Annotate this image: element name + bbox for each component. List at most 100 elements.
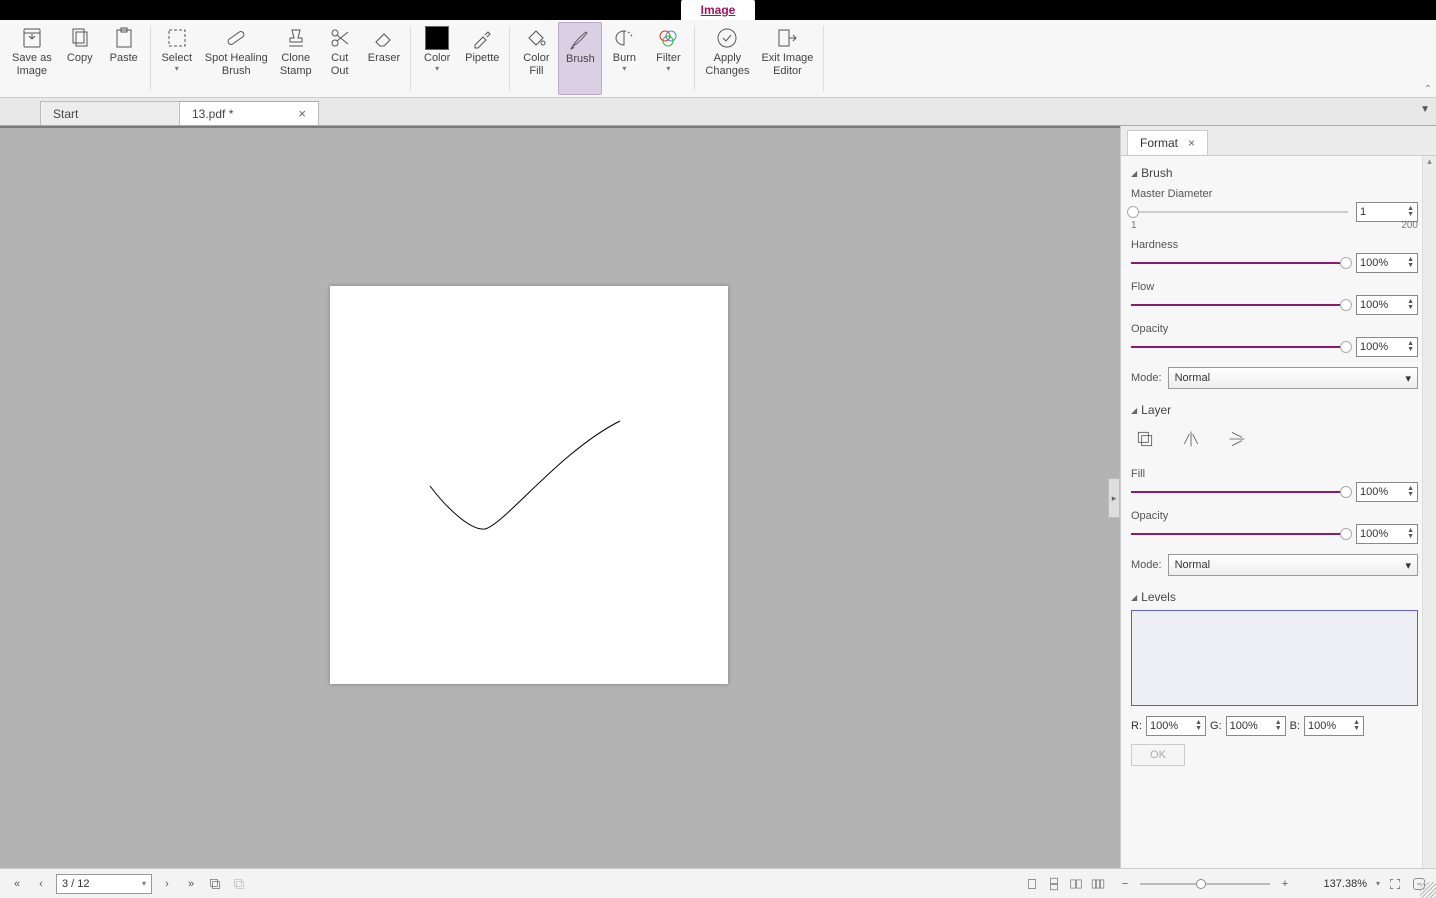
- paste-button[interactable]: Paste: [102, 22, 146, 95]
- new-window-disabled-icon: [230, 875, 248, 893]
- exit-icon: [775, 26, 799, 50]
- master-diameter-label: Master Diameter: [1131, 188, 1418, 200]
- title-bar: Image: [0, 0, 1436, 20]
- master-diameter-slider[interactable]: [1131, 205, 1348, 219]
- brush-button[interactable]: Brush: [558, 22, 602, 95]
- view-facing-icon[interactable]: [1066, 875, 1086, 893]
- g-label: G:: [1210, 720, 1222, 732]
- layer-fill-slider[interactable]: [1131, 485, 1348, 499]
- tab-file[interactable]: 13.pdf * ×: [179, 101, 319, 125]
- collapse-icon: ◢: [1131, 169, 1137, 178]
- g-input[interactable]: 100%▲▼: [1226, 716, 1286, 736]
- chevron-down-icon[interactable]: ▾: [1376, 879, 1380, 888]
- levels-histogram[interactable]: [1131, 610, 1418, 706]
- flow-input[interactable]: 100%▲▼: [1356, 295, 1418, 315]
- view-single-icon[interactable]: [1022, 875, 1042, 893]
- zoom-slider[interactable]: [1140, 877, 1270, 891]
- section-brush[interactable]: ◢Brush: [1131, 166, 1418, 180]
- ribbon-tab-image[interactable]: Image: [681, 0, 756, 20]
- r-input[interactable]: 100%▲▼: [1146, 716, 1206, 736]
- filter-button[interactable]: Filter ▾: [646, 22, 690, 95]
- chevron-down-icon: ▾: [666, 64, 670, 73]
- check-icon: [715, 26, 739, 50]
- b-input[interactable]: 100%▲▼: [1304, 716, 1364, 736]
- master-diameter-input[interactable]: 1▲▼: [1356, 202, 1418, 222]
- brush-mode-label: Mode:: [1131, 372, 1162, 384]
- panel-scrollbar[interactable]: ▴: [1422, 156, 1436, 868]
- panel-tab-label: Format: [1140, 136, 1178, 150]
- section-layer[interactable]: ◢Layer: [1131, 403, 1418, 417]
- panel-collapse-handle[interactable]: ▸: [1108, 478, 1120, 518]
- eraser-button[interactable]: Eraser: [362, 22, 406, 95]
- section-levels[interactable]: ◢Levels: [1131, 590, 1418, 604]
- select-button[interactable]: Select ▾: [155, 22, 199, 95]
- levels-ok-button[interactable]: OK: [1131, 744, 1185, 766]
- collapse-icon: ◢: [1131, 406, 1137, 415]
- save-icon: [20, 26, 44, 50]
- duplicate-layer-icon[interactable]: [1135, 429, 1155, 452]
- hardness-slider[interactable]: [1131, 256, 1348, 270]
- hardness-input[interactable]: 100%▲▼: [1356, 253, 1418, 273]
- panel-tab-format[interactable]: Format ×: [1127, 130, 1208, 155]
- canvas-page[interactable]: [330, 286, 728, 684]
- apply-changes-button[interactable]: Apply Changes: [699, 22, 755, 95]
- eraser-icon: [372, 26, 396, 50]
- chevron-down-icon: ▾: [175, 64, 179, 73]
- r-label: R:: [1131, 720, 1142, 732]
- save-as-image-button[interactable]: Save as Image: [6, 22, 58, 95]
- cut-out-button[interactable]: Cut Out: [318, 22, 362, 95]
- copy-button[interactable]: Copy: [58, 22, 102, 95]
- view-continuous-icon[interactable]: [1044, 875, 1064, 893]
- zoom-in-button[interactable]: +: [1276, 875, 1294, 893]
- chevron-down-icon: ▾: [622, 64, 626, 73]
- layer-opacity-input[interactable]: 100%▲▼: [1356, 524, 1418, 544]
- color-fill-button[interactable]: Color Fill: [514, 22, 558, 95]
- document-tab-bar: Start 13.pdf * × ▼: [0, 98, 1436, 126]
- panel-tab-close-icon[interactable]: ×: [1188, 136, 1195, 150]
- opacity-slider[interactable]: [1131, 340, 1348, 354]
- bucket-icon: [524, 26, 548, 50]
- stamp-icon: [284, 26, 308, 50]
- exit-image-editor-button[interactable]: Exit Image Editor: [755, 22, 819, 95]
- fullscreen-icon[interactable]: [1386, 875, 1404, 893]
- flip-vertical-icon[interactable]: [1227, 429, 1247, 452]
- clone-stamp-button[interactable]: Clone Stamp: [274, 22, 318, 95]
- view-book-icon[interactable]: [1088, 875, 1108, 893]
- pipette-icon: [470, 26, 494, 50]
- pipette-button[interactable]: Pipette: [459, 22, 505, 95]
- layer-mode-label: Mode:: [1131, 559, 1162, 571]
- layer-fill-input[interactable]: 100%▲▼: [1356, 482, 1418, 502]
- prev-page-button[interactable]: ‹: [32, 875, 50, 893]
- filter-icon: [656, 26, 680, 50]
- layer-mode-select[interactable]: Normal▾: [1168, 554, 1418, 576]
- zoom-out-button[interactable]: −: [1116, 875, 1134, 893]
- scissors-icon: [328, 26, 352, 50]
- new-window-icon[interactable]: [206, 875, 224, 893]
- layer-opacity-slider[interactable]: [1131, 527, 1348, 541]
- layer-opacity-label: Opacity: [1131, 510, 1418, 522]
- brush-icon: [568, 27, 592, 51]
- layer-fill-label: Fill: [1131, 468, 1418, 480]
- resize-grip-icon[interactable]: [1420, 882, 1436, 898]
- tab-close-icon[interactable]: ×: [298, 106, 306, 121]
- color-button[interactable]: Color ▾: [415, 22, 459, 95]
- flow-slider[interactable]: [1131, 298, 1348, 312]
- brush-mode-select[interactable]: Normal▾: [1168, 367, 1418, 389]
- next-page-button[interactable]: ›: [158, 875, 176, 893]
- last-page-button[interactable]: »: [182, 875, 200, 893]
- b-label: B:: [1290, 720, 1300, 732]
- tab-list-dropdown[interactable]: ▼: [1420, 104, 1430, 115]
- opacity-input[interactable]: 100%▲▼: [1356, 337, 1418, 357]
- tab-label: Start: [53, 107, 78, 121]
- first-page-button[interactable]: «: [8, 875, 26, 893]
- burn-button[interactable]: Burn ▾: [602, 22, 646, 95]
- canvas-area[interactable]: ▸: [0, 126, 1120, 868]
- tab-start[interactable]: Start: [40, 101, 180, 125]
- spot-healing-brush-button[interactable]: Spot Healing Brush: [199, 22, 274, 95]
- flip-horizontal-icon[interactable]: [1181, 429, 1201, 452]
- zoom-value[interactable]: 137.38%: [1300, 874, 1370, 894]
- paste-icon: [112, 26, 136, 50]
- page-number-field[interactable]: 3 / 12▾: [56, 874, 152, 894]
- ribbon-collapse-icon[interactable]: ⌃: [1424, 84, 1432, 95]
- copy-icon: [68, 26, 92, 50]
